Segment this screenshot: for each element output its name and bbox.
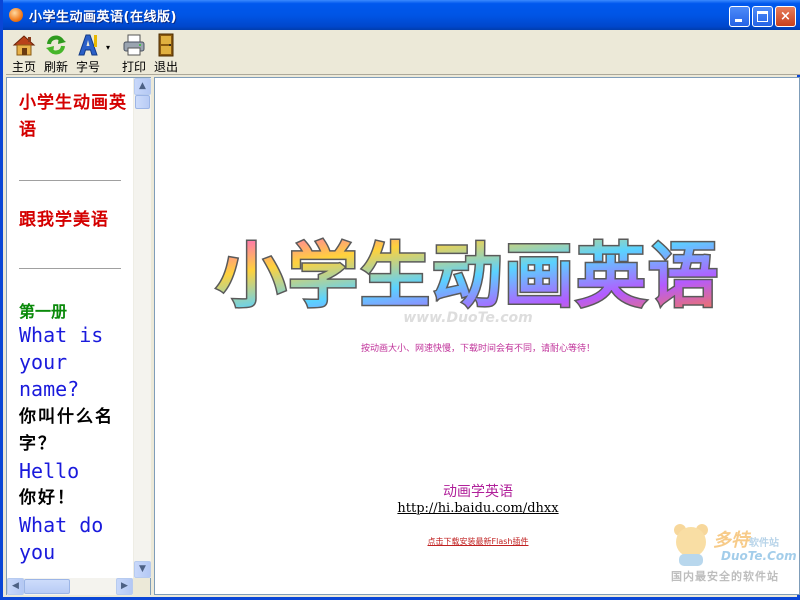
maximize-icon [757, 11, 768, 22]
main-content-pane: 小学生动画英语 www.DuoTe.com 按动画大小、网速快慢，下载时间会有不… [154, 77, 800, 595]
site-url-link[interactable]: http://hi.baidu.com/dhxx [155, 501, 799, 516]
home-button[interactable]: 主页 [8, 32, 40, 74]
scroll-right-button[interactable]: ▶ [116, 578, 133, 595]
toolbar: 主页 刷新 字号 ▾ 打印 退出 [6, 30, 800, 75]
scroll-down-button[interactable]: ▼ [134, 561, 151, 578]
app-window: 小学生动画英语(在线版) × 主页 刷新 字号 ▾ 打印 退出 小学生动画英语 … [0, 0, 800, 600]
lesson-link-en[interactable]: What is your name? [19, 322, 133, 403]
lesson-link-en[interactable]: What do you [19, 512, 133, 566]
horizontal-scrollbar[interactable]: ◀ ▶ [7, 578, 133, 595]
site-title: 动画学英语 [443, 484, 513, 500]
book-heading: 第一册 [19, 302, 68, 321]
banner-logo: 小学生动画英语 www.DuoTe.com [215, 234, 720, 327]
font-size-label: 字号 [75, 60, 100, 74]
left-navigation-content: 小学生动画英语 跟我学美语 第一册 What is your name? 你叫什… [7, 78, 133, 578]
watermark-domain: DuoTe.Com [721, 549, 797, 563]
scroll-up-button[interactable]: ▲ [134, 78, 151, 95]
minimize-icon [735, 19, 742, 22]
vertical-scrollbar[interactable]: ▲ ▼ [133, 78, 151, 578]
watermark-slogan: 国内最安全的软件站 [671, 570, 779, 583]
horizontal-scroll-thumb[interactable] [24, 579, 70, 594]
font-size-dropdown-arrow[interactable]: ▾ [106, 44, 114, 52]
vertical-scroll-thumb[interactable] [135, 95, 150, 109]
font-size-button[interactable]: 字号 [72, 32, 104, 74]
home-label: 主页 [11, 60, 36, 74]
loading-notice: 按动画大小、网速快慢，下载时间会有不同，请耐心等待！ [360, 344, 595, 354]
refresh-button[interactable]: 刷新 [40, 32, 72, 74]
exit-label: 退出 [153, 60, 178, 74]
close-button[interactable]: × [775, 6, 796, 27]
title-bar[interactable]: 小学生动画英语(在线版) × [3, 0, 800, 30]
banner-title: 小学生动画英语 [216, 235, 720, 317]
exit-door-icon [158, 33, 174, 57]
refresh-label: 刷新 [43, 60, 68, 74]
home-icon [12, 35, 36, 56]
exit-button[interactable]: 退出 [149, 32, 183, 74]
print-label: 打印 [121, 60, 146, 74]
nav-link-kids-animated-english[interactable]: 小学生动画英语 [19, 90, 127, 144]
left-navigation-pane: 小学生动画英语 跟我学美语 第一册 What is your name? 你叫什… [6, 77, 151, 595]
printer-icon [123, 34, 145, 56]
maximize-button[interactable] [752, 6, 773, 27]
watermark-brand-suffix: 软件站 [749, 538, 779, 549]
banner-watermark: www.DuoTe.com [403, 310, 533, 326]
minimize-button[interactable] [729, 6, 750, 27]
mascot-icon [674, 524, 708, 566]
window-title: 小学生动画英语(在线版) [29, 10, 177, 25]
print-button[interactable]: 打印 [117, 32, 151, 74]
divider [19, 268, 121, 269]
font-size-icon [78, 34, 98, 56]
watermark-brand-text: 多特 [713, 530, 749, 551]
lesson-link-en[interactable]: Hello [19, 458, 79, 485]
app-icon [9, 8, 23, 22]
scrollbar-corner [133, 578, 150, 595]
nav-link-learn-american-english[interactable]: 跟我学美语 [19, 207, 127, 234]
lesson-link-cn[interactable]: 你好！ [19, 485, 76, 512]
lesson-link-cn[interactable]: 你叫什么名字？ [19, 404, 133, 458]
refresh-icon [46, 35, 66, 55]
duote-watermark: 多特软件站 DuoTe.Com 国内最安全的软件站 [667, 518, 799, 594]
scroll-left-button[interactable]: ◀ [7, 578, 24, 595]
divider [19, 180, 121, 181]
